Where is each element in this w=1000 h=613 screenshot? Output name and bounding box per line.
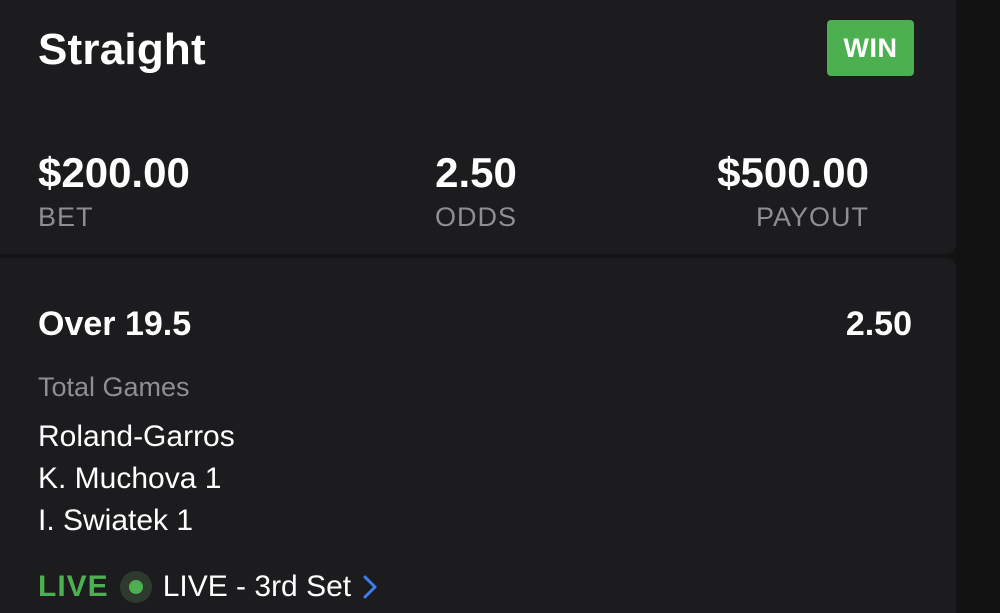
market-name: Total Games xyxy=(38,372,190,402)
bet-amount: $200.00 xyxy=(38,149,190,196)
bet-type-title: Straight xyxy=(38,25,206,74)
bet-summary-card: Straight WIN $200.00 BET 2.50 ODDS $500.… xyxy=(0,0,956,254)
odds-label: ODDS xyxy=(434,202,517,232)
live-tag: LIVE xyxy=(38,570,109,603)
selection-name: Over 19.5 xyxy=(38,305,192,343)
bet-detail-page: Straight WIN $200.00 BET 2.50 ODDS $500.… xyxy=(0,0,1000,613)
result-badge: WIN xyxy=(827,20,914,76)
event-tournament: Roland-Garros xyxy=(38,420,235,453)
bet-odds: 2.50 xyxy=(435,149,517,196)
event-player-1: K. Muchova 1 xyxy=(38,462,222,495)
live-dot-icon xyxy=(119,571,152,603)
scroll-gutter xyxy=(956,0,1000,613)
payout-label: PAYOUT xyxy=(755,202,869,232)
live-status-link[interactable]: LIVE LIVE - 3rd Set xyxy=(38,566,377,608)
chevron-right-icon xyxy=(363,575,377,599)
payout-amount: $500.00 xyxy=(717,149,869,196)
selection-odds: 2.50 xyxy=(845,305,912,343)
event-player-2: I. Swiatek 1 xyxy=(38,504,194,537)
bet-label: BET xyxy=(38,202,94,232)
live-status-text: LIVE - 3rd Set xyxy=(162,570,352,603)
